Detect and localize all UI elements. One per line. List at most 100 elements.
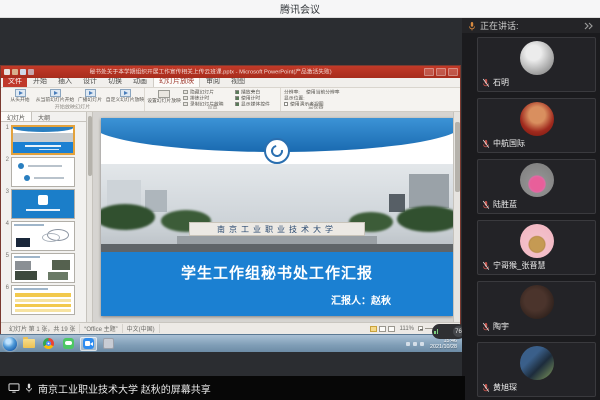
checkbox-checked-icon xyxy=(235,96,239,100)
tab-view[interactable]: 视图 xyxy=(226,77,250,87)
participant-avatar xyxy=(520,285,554,319)
participant-name: 黄旭琛 xyxy=(493,382,517,393)
zoom-level: 111% xyxy=(398,326,416,332)
meeting-title: 腾讯会议 xyxy=(280,1,320,16)
slide-thumbnail-pane: 幻灯片 大纲 1 2 3 xyxy=(1,112,87,322)
slide-presenter: 汇报人：赵秋 xyxy=(101,292,453,307)
participant-tile[interactable]: 陶宇 xyxy=(477,281,596,336)
taskbar-app-button[interactable] xyxy=(100,337,117,351)
slide-thumbnail-2[interactable]: 2 xyxy=(3,157,84,187)
participant-name: 宁哥猴_张晋慧 xyxy=(493,260,545,271)
tab-animations[interactable]: 动画 xyxy=(128,77,152,87)
ribbon-group-monitors: 分辨率: 使用当前分辨率 显示位置: 使用演示者视图 监视器 xyxy=(281,88,351,111)
mic-muted-icon xyxy=(482,322,490,332)
participant-name: 陆胜蓝 xyxy=(493,199,517,210)
speaker-icon xyxy=(468,21,476,31)
slide-scrollbar[interactable] xyxy=(453,112,460,322)
tray-icon[interactable] xyxy=(420,342,424,346)
participant-avatar xyxy=(520,41,554,75)
slide-title: 学生工作组秘书处工作汇报 xyxy=(101,262,453,283)
setup-slideshow-icon xyxy=(158,90,170,98)
ribbon-tab-strip: 文件 开始 插入 设计 切换 动画 幻灯片放映 审阅 视图 xyxy=(1,78,460,88)
participant-tile[interactable]: 陆胜蓝 xyxy=(477,159,596,214)
pane-tab-outline[interactable]: 大纲 xyxy=(32,112,56,121)
participant-avatar xyxy=(520,163,554,197)
mic-muted-icon xyxy=(482,139,490,149)
participant-tile[interactable]: 石明 xyxy=(477,37,596,92)
taskbar-wechat-button[interactable] xyxy=(60,337,77,351)
slide-title-banner: 学生工作组秘书处工作汇报 汇报人：赵秋 xyxy=(101,252,453,316)
tray-icon[interactable] xyxy=(413,342,417,346)
wechat-icon xyxy=(63,338,74,349)
mic-muted-icon xyxy=(482,200,490,210)
tab-insert[interactable]: 插入 xyxy=(53,77,77,87)
maximize-icon[interactable] xyxy=(436,68,446,76)
windows-taskbar: 15:46 2021/10/28 xyxy=(0,334,462,352)
status-theme: “Office 主题” xyxy=(80,324,122,333)
slide-sorter-view-icon[interactable] xyxy=(379,326,386,332)
tencent-meeting-icon xyxy=(83,338,94,349)
taskbar-explorer-button[interactable] xyxy=(20,337,37,351)
play-from-current-icon xyxy=(50,89,61,97)
slide-thumbnail-6[interactable]: 6 xyxy=(3,285,84,315)
system-tray[interactable]: 15:46 2021/10/28 xyxy=(406,338,459,350)
ppt-title-bar[interactable]: 秘书处关于本学期组织开展工作宣传相关上传云班课.pptx - Microsoft… xyxy=(1,66,460,78)
tab-transitions[interactable]: 切换 xyxy=(103,77,127,87)
ppt-document-area: 幻灯片 大纲 1 2 3 xyxy=(1,112,460,322)
participant-avatar xyxy=(520,224,554,258)
tab-home[interactable]: 开始 xyxy=(28,77,52,87)
participant-tile[interactable]: 黄旭琛 xyxy=(477,342,596,397)
custom-show-icon xyxy=(120,89,131,97)
participant-tile[interactable]: 宁哥猴_张晋慧 xyxy=(477,220,596,275)
taskbar-clock[interactable]: 15:46 2021/10/28 xyxy=(427,338,457,350)
slide-thumbnail-3[interactable]: 3 xyxy=(3,189,84,219)
collapse-sidebar-icon[interactable] xyxy=(584,22,594,30)
speaking-header: 正在讲话: xyxy=(462,18,600,33)
tray-icon[interactable] xyxy=(406,342,410,346)
tencent-meeting-window: 腾讯会议 秘书处关于本学期组织开展工作宣传相关上传云班课.pptx - Micr… xyxy=(0,0,600,400)
start-button-icon[interactable] xyxy=(3,337,17,351)
mic-muted-icon xyxy=(482,261,490,271)
slide-thumbnail-1[interactable]: 1 xyxy=(3,125,84,155)
mic-muted-icon xyxy=(482,78,490,88)
minimize-icon[interactable] xyxy=(424,68,434,76)
ppt-status-bar: 幻灯片 第 1 张，共 19 张 “Office 主题” 中文(中国) 111% xyxy=(1,322,460,334)
current-slide[interactable]: 南京工业职业技术大学 学生工作组秘书处工作汇报 汇报人：赵秋 xyxy=(101,118,453,316)
ribbon-group-setup: 设置幻灯片放映 隐藏幻灯片 排练计时 录制幻灯片放映 播放旁白 使用计时 显示媒… xyxy=(145,88,281,111)
tab-review[interactable]: 审阅 xyxy=(201,77,225,87)
close-icon[interactable] xyxy=(448,68,458,76)
checkbox-checked-icon xyxy=(235,90,239,94)
microphone-icon xyxy=(25,383,33,393)
participant-name: 陶宇 xyxy=(493,321,509,332)
powerpoint-window: 秘书处关于本学期组织开展工作宣传相关上传云班课.pptx - Microsoft… xyxy=(1,66,460,334)
tab-file[interactable]: 文件 xyxy=(3,77,27,87)
campus-photo: 南京工业职业技术大学 xyxy=(101,164,453,252)
rehearse-timings-icon xyxy=(183,96,188,100)
slideshow-view-icon[interactable] xyxy=(388,326,395,332)
ribbon-group-start-show: 从头开始 从当前幻灯片开始 广播幻灯片 自定义幻灯片放映 开始放映幻灯片 xyxy=(1,88,145,111)
share-banner-text: 南京工业职业技术大学 赵秋的屏幕共享 xyxy=(38,381,211,396)
hide-slide-icon xyxy=(183,90,188,94)
app-icon xyxy=(103,338,114,349)
tab-design[interactable]: 设计 xyxy=(78,77,102,87)
broadcast-icon xyxy=(85,89,96,97)
ppt-document-title: 秘书处关于本学期组织开展工作宣传相关上传云班课.pptx - Microsoft… xyxy=(89,68,331,76)
slide-thumbnail-5[interactable]: 5 xyxy=(3,253,84,283)
meeting-float-widget[interactable]: 76 xyxy=(432,324,466,339)
taskbar-meeting-button[interactable] xyxy=(80,337,97,351)
school-emblem-icon xyxy=(264,138,290,164)
participants-sidebar: 正在讲话: 石明 中航国际 xyxy=(462,18,600,400)
normal-view-icon[interactable] xyxy=(370,326,377,332)
meeting-title-bar[interactable]: 腾讯会议 xyxy=(0,0,600,18)
taskbar-chrome-button[interactable] xyxy=(40,337,57,351)
ribbon-body: 从头开始 从当前幻灯片开始 广播幻灯片 自定义幻灯片放映 开始放映幻灯片 xyxy=(1,88,460,112)
folder-icon xyxy=(23,339,35,348)
pane-tab-slides[interactable]: 幻灯片 xyxy=(1,112,32,121)
zoom-out-icon[interactable] xyxy=(418,326,423,331)
slide-thumbnail-4[interactable]: 4 xyxy=(3,221,84,251)
status-slide-count: 幻灯片 第 1 张，共 19 张 xyxy=(5,324,80,333)
participant-tile[interactable]: 中航国际 xyxy=(477,98,596,153)
screen-share-icon xyxy=(8,383,20,393)
chrome-icon xyxy=(43,338,54,349)
participant-name: 中航国际 xyxy=(493,138,525,149)
